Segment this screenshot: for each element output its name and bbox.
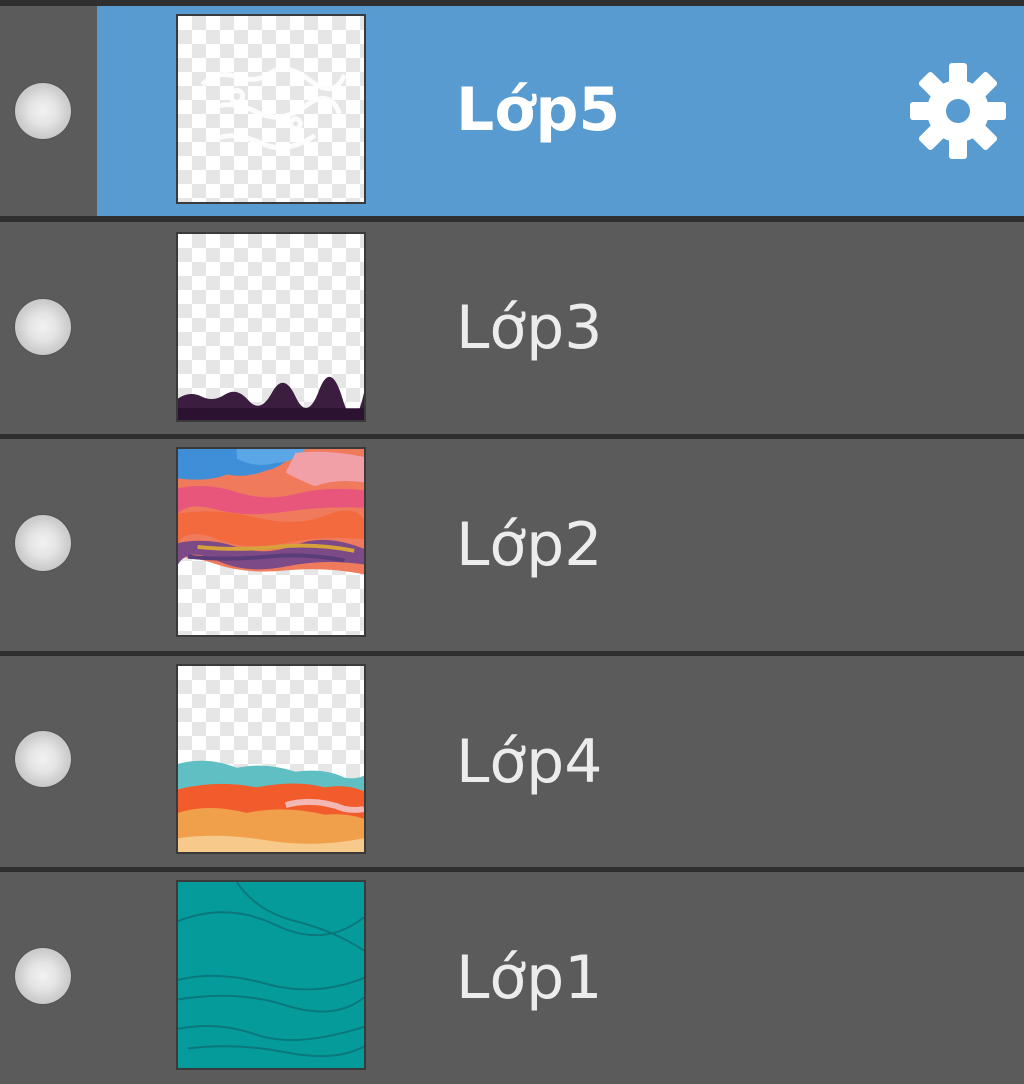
teal-fill-thumbnail-art: [178, 882, 364, 1068]
hills-thumbnail-art: [178, 760, 364, 852]
layer-row-lop2[interactable]: Lớp2: [0, 439, 1024, 651]
layer-row-lop4[interactable]: Lớp4: [0, 656, 1024, 867]
layer-thumbnail: [176, 880, 366, 1070]
layer-thumbnail: [176, 447, 366, 637]
layer-thumbnail: [176, 14, 366, 204]
gear-icon[interactable]: [908, 61, 1008, 161]
layer-name: Lớp1: [456, 943, 603, 1013]
sketch-thumbnail-art: [200, 66, 347, 151]
sunset-sky-thumbnail-art: [178, 449, 364, 575]
ground-strip-thumbnail-art: [178, 376, 364, 420]
layer-name: Lớp4: [456, 727, 603, 797]
layer-thumbnail: [176, 664, 366, 854]
layer-row-lop5[interactable]: Lớp5: [0, 6, 1024, 216]
visibility-toggle[interactable]: [15, 948, 71, 1004]
layer-name: Lớp5: [456, 75, 621, 145]
visibility-toggle[interactable]: [15, 83, 71, 139]
layers-panel: Lớp5 Lớp3 Lớp2 Lớp4 Lớp1: [0, 0, 1024, 1084]
visibility-toggle[interactable]: [15, 515, 71, 571]
layer-row-lop1[interactable]: Lớp1: [0, 872, 1024, 1084]
layer-name: Lớp2: [456, 510, 603, 580]
visibility-toggle[interactable]: [15, 299, 71, 355]
layer-name: Lớp3: [456, 293, 603, 363]
layer-thumbnail: [176, 232, 366, 422]
layer-row-lop3[interactable]: Lớp3: [0, 222, 1024, 434]
visibility-toggle[interactable]: [15, 731, 71, 787]
